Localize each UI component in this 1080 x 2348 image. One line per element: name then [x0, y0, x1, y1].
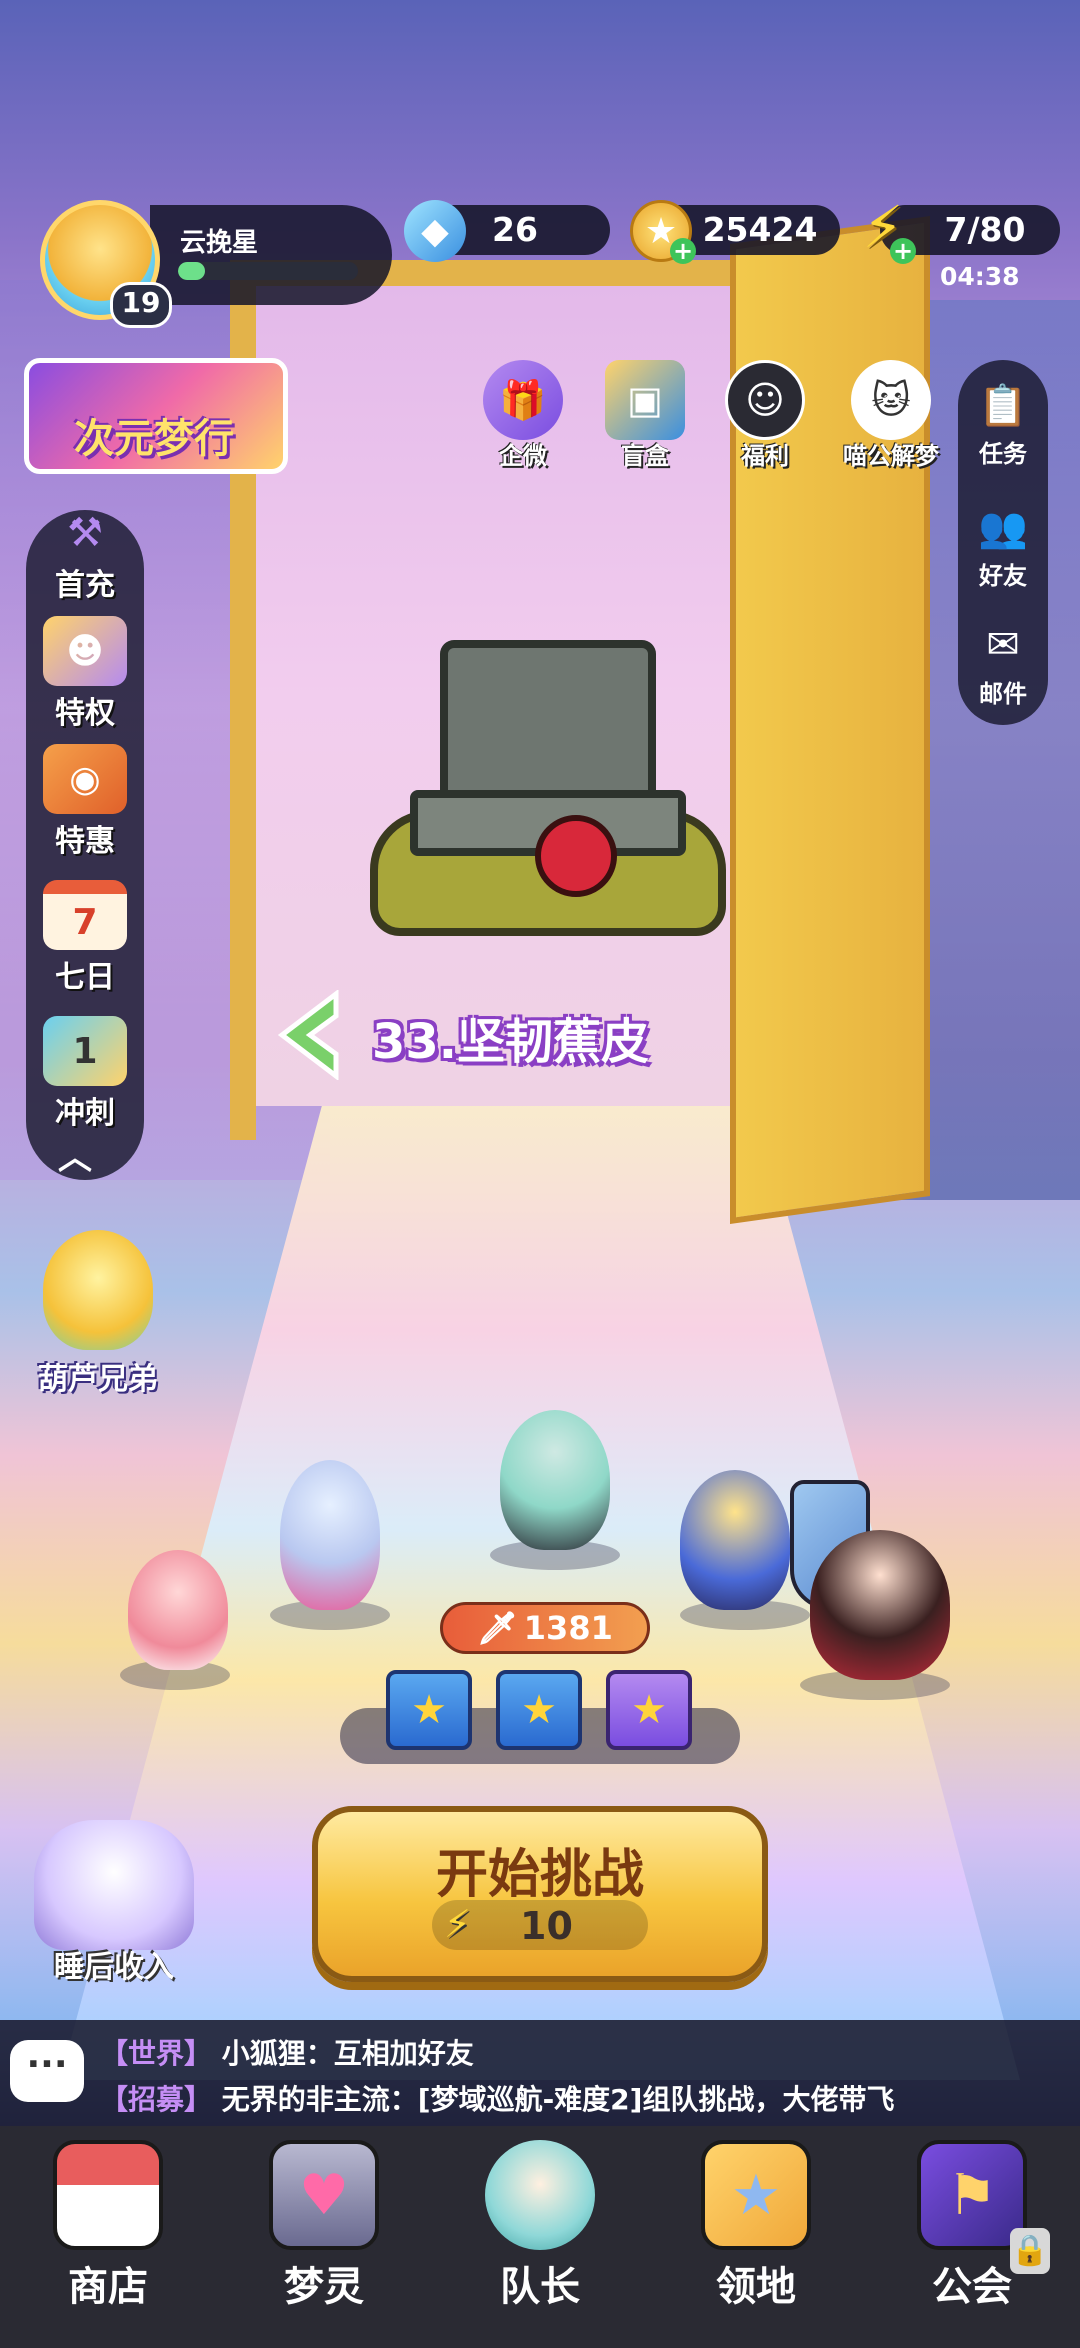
sleep-income[interactable]: 睡后收入 [14, 1820, 214, 1986]
player-name: 云挽星 [180, 228, 259, 258]
star-chest-icon[interactable]: ★ [606, 1670, 692, 1750]
captain-avatar-icon [485, 2140, 595, 2250]
discount-box-icon: ◉ [43, 744, 127, 814]
stage-title: 33.坚韧蕉皮 [372, 1014, 650, 1070]
chat-bubble-icon[interactable]: ··· [10, 2040, 84, 2102]
event-banner-label: 次元梦行 [74, 416, 234, 462]
chat-channel: 【世界】 [100, 2037, 213, 2070]
energy-timer: 04:38 [940, 262, 1020, 291]
sleeping-cat-icon [34, 1820, 194, 1950]
gems-value: 26 [492, 210, 538, 249]
sprint-rank-number: 1 [72, 1030, 98, 1072]
mail-icon: ✉ [986, 622, 1020, 668]
territory-door-icon: ★ [701, 2140, 811, 2250]
sidebar-item-first-recharge[interactable]: ⚒ 首充 [26, 508, 144, 604]
top-icon-label: 喵公解梦 [843, 442, 939, 470]
chat-text: 无界的非主流：[梦域巡航-难度2]组队挑战，大佬带飞 [221, 2083, 895, 2116]
axe-icon: ⚒ [67, 510, 103, 556]
gourd-event-label: 葫芦兄弟 [38, 1362, 158, 1397]
nav-item-shop[interactable]: 商店 [0, 2126, 216, 2348]
cat-icon: 🐱 [851, 360, 931, 440]
sidebar-item-discount[interactable]: ◉ 特惠 [26, 744, 144, 860]
hero-bat-boy[interactable] [680, 1470, 790, 1610]
hero-captain[interactable] [500, 1410, 610, 1550]
team-power: 🗡 1381 [440, 1602, 650, 1654]
top-icon-label: 企微 [499, 442, 547, 470]
sidebar-item-label: 七日 [55, 960, 115, 995]
team-power-value: 1381 [523, 1609, 613, 1647]
chat-message: 【招募】 无界的非主流：[梦域巡航-难度2]组队挑战，大佬带飞 [100, 2078, 894, 2118]
sword-icon: 🗡 [477, 1609, 518, 1647]
sidebar-item-sprint[interactable]: 1 冲刺 [26, 1016, 144, 1132]
chat-channel: 【招募】 [100, 2083, 213, 2116]
nav-item-captain[interactable]: 队长 [432, 2126, 648, 2348]
gourd-brothers-event[interactable]: 葫芦兄弟 [28, 1230, 168, 1398]
energy-value: 7/80 [944, 210, 1026, 249]
sidebar-item-label: 首充 [55, 568, 115, 603]
lock-icon: 🔒 [1010, 2228, 1050, 2274]
sleep-income-label: 睡后收入 [54, 1950, 174, 1985]
gold-value: 25424 [702, 210, 818, 249]
task-notepad-icon: 📋 [978, 382, 1028, 429]
sidebar-item-friends[interactable]: 👥 好友 [958, 498, 1048, 591]
gourd-icon [43, 1230, 153, 1350]
sidebar-item-mail[interactable]: ✉ 邮件 [958, 616, 1048, 709]
star-chest-icon[interactable]: ★ [496, 1670, 582, 1750]
hero-nurse[interactable] [128, 1550, 228, 1670]
add-energy-icon[interactable]: + [890, 238, 916, 264]
sidebar-item-label: 冲刺 [55, 1096, 115, 1131]
privilege-cards-icon: ☻ [43, 616, 127, 686]
top-icon-label: 盲盒 [621, 442, 669, 470]
gem-icon: ◆ [404, 200, 466, 262]
sidebar-item-label: 任务 [979, 440, 1027, 468]
nav-item-label: 队长 [500, 2264, 580, 2310]
nav-item-label: 梦灵 [284, 2264, 364, 2310]
add-gold-icon[interactable]: + [670, 238, 696, 264]
nav-item-label: 商店 [68, 2264, 148, 2310]
top-icon-qiwei[interactable]: 🎁 企微 [478, 360, 568, 471]
welfare-mask-icon: ☺ [725, 360, 805, 440]
nav-item-spirit[interactable]: ♥ 梦灵 [216, 2126, 432, 2348]
top-icon-cat-dream[interactable]: 🐱 喵公解梦 [836, 360, 946, 471]
chat-text: 小狐狸：互相加好友 [221, 2037, 474, 2070]
hero-spider-girl[interactable] [280, 1460, 380, 1610]
calendar-7-icon: 7 [43, 880, 127, 950]
lightning-icon: ⚡ [444, 1902, 471, 1946]
top-icon-welfare[interactable]: ☺ 福利 [720, 360, 810, 471]
top-icon-label: 福利 [741, 442, 789, 470]
spirit-machine-icon: ♥ [269, 2140, 379, 2250]
sidebar-item-tasks[interactable]: 📋 任务 [958, 376, 1048, 469]
challenge-cost-value: 10 [520, 1904, 573, 1948]
chevron-left-icon[interactable] [276, 990, 342, 1080]
exp-bar [178, 262, 358, 280]
nav-item-territory[interactable]: ★ 领地 [648, 2126, 864, 2348]
friends-icon: 👥 [978, 504, 1028, 551]
calendar-day-number: 7 [72, 901, 98, 943]
player-level-badge: 19 [110, 282, 172, 328]
sidebar-item-seven-day[interactable]: 7 七日 [26, 880, 144, 996]
boss-banana-peel[interactable] [360, 640, 726, 940]
card-box-icon: ▣ [605, 360, 685, 440]
nav-item-label: 领地 [716, 2264, 796, 2310]
exp-bar-fill [178, 262, 205, 280]
sidebar-item-label: 邮件 [979, 680, 1027, 708]
sidebar-item-label: 特惠 [55, 824, 115, 859]
shop-icon [53, 2140, 163, 2250]
boss-eye [535, 815, 617, 897]
top-icon-blind-box[interactable]: ▣ 盲盒 [600, 360, 690, 471]
hero-swordswoman[interactable] [810, 1530, 950, 1680]
sidebar-item-label: 好友 [979, 562, 1027, 590]
sprint-flag-icon: 1 [43, 1016, 127, 1086]
start-challenge-label: 开始挑战 [435, 1845, 644, 1905]
chevron-up-icon[interactable]: ︿ [58, 1130, 92, 1179]
sidebar-item-label: 特权 [55, 696, 115, 731]
chat-message: 【世界】 小狐狸：互相加好友 [100, 2032, 474, 2072]
gift-icon: 🎁 [483, 360, 563, 440]
sidebar-item-privilege[interactable]: ☻ 特权 [26, 616, 144, 732]
star-chest-icon[interactable]: ★ [386, 1670, 472, 1750]
